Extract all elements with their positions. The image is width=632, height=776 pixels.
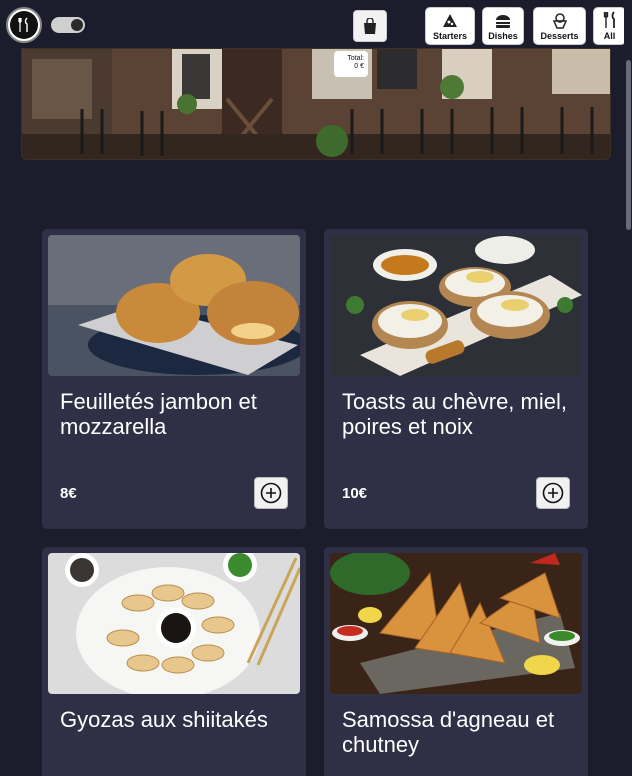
plus-circle-icon: [542, 482, 564, 504]
cart-total-label: Total:: [347, 55, 364, 62]
cart-total-value: 0 €: [354, 63, 364, 70]
add-to-cart-button[interactable]: [536, 477, 570, 509]
product-image: [48, 235, 300, 376]
product-name: Gyozas aux shiitakés: [60, 707, 268, 732]
category-label: All: [603, 31, 616, 41]
category-label: Dishes: [488, 31, 518, 41]
category-all-button[interactable]: All: [593, 7, 626, 45]
product-card[interactable]: Samossa d'agneau et chutney: [324, 547, 588, 776]
cutlery-logo-icon: [18, 17, 28, 32]
plus-circle-icon: [260, 482, 282, 504]
cart-button[interactable]: [353, 10, 387, 42]
category-label: Starters: [432, 31, 468, 41]
product-image: [330, 235, 582, 376]
product-price: 8€: [60, 485, 77, 502]
add-to-cart-button[interactable]: [254, 477, 288, 509]
product-name: Toasts au chèvre, miel, poires et noix: [342, 389, 567, 439]
product-price: 10€: [342, 485, 368, 502]
burger-icon: [496, 15, 510, 28]
cutlery-icon: [603, 11, 615, 28]
pizza-icon: [443, 14, 457, 27]
restaurant-logo[interactable]: [6, 7, 42, 43]
restaurant-banner-image: [21, 48, 611, 160]
product-image: [48, 553, 300, 694]
product-card[interactable]: Toasts au chèvre, miel, poires et noix 1…: [324, 229, 588, 529]
category-starters-button[interactable]: Starters: [425, 7, 475, 45]
product-name: Feuilletés jambon et mozzarella: [60, 389, 257, 439]
category-desserts-button[interactable]: Desserts: [533, 7, 586, 45]
cart-total-badge: Total: 0 €: [334, 51, 368, 77]
terrace-photo: [22, 49, 610, 159]
page-scrollbar[interactable]: [624, 0, 632, 776]
product-name: Samossa d'agneau et chutney: [342, 707, 555, 757]
product-card[interactable]: Gyozas aux shiitakés: [42, 547, 306, 776]
ice-cream-icon: [552, 13, 567, 29]
shopping-bag-icon: [364, 17, 376, 34]
category-dishes-button[interactable]: Dishes: [482, 7, 524, 45]
category-label: Desserts: [540, 31, 579, 41]
theme-toggle[interactable]: [51, 17, 85, 33]
product-card[interactable]: Feuilletés jambon et mozzarella 8€: [42, 229, 306, 529]
scrollbar-thumb[interactable]: [626, 60, 631, 230]
product-image: [330, 553, 582, 694]
